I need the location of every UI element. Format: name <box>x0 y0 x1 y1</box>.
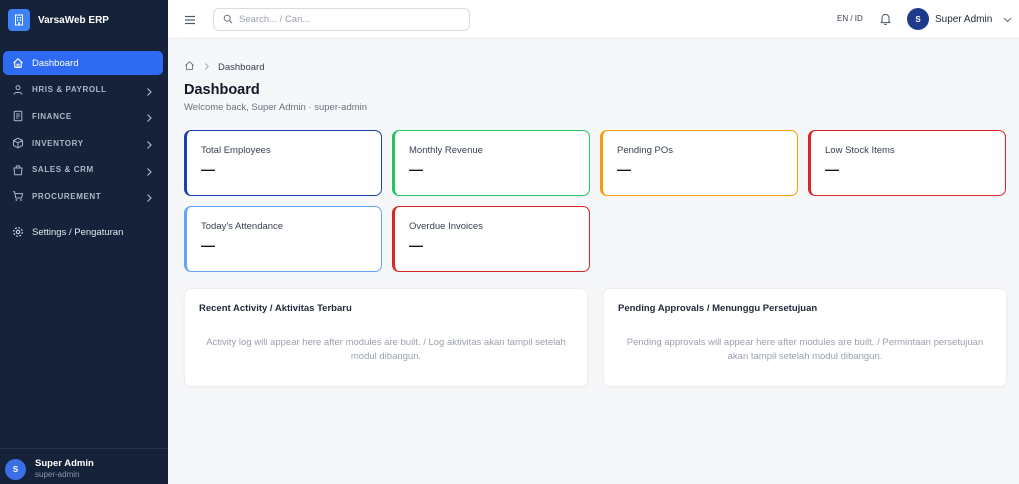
gear-icon <box>11 226 24 239</box>
stat-card-total-employees[interactable]: Total Employees — <box>184 130 382 196</box>
chevron-right-icon <box>203 58 210 76</box>
stat-label: Low Stock Items <box>825 145 895 156</box>
bag-icon <box>11 163 24 176</box>
sidebar-item-finance[interactable]: FINANCE <box>3 104 163 128</box>
panel-title: Recent Activity / Aktivitas Terbaru <box>199 303 352 314</box>
chevron-right-icon <box>145 84 153 102</box>
users-icon <box>11 83 24 96</box>
stat-label: Monthly Revenue <box>409 145 483 156</box>
stat-value: — <box>825 161 839 177</box>
panel-empty-text: Pending approvals will appear here after… <box>626 337 984 362</box>
bell-icon <box>879 13 892 30</box>
topbar: EN / ID S Super Admin <box>168 0 1019 39</box>
sidebar-item-label: HRIS & PAYROLL <box>32 85 107 95</box>
building-icon <box>8 9 30 31</box>
sidebar-item-label: Settings / Pengaturan <box>32 226 124 238</box>
sidebar-item-label: SALES & CRM <box>32 165 94 175</box>
hamburger-icon <box>184 13 196 30</box>
notifications-button[interactable] <box>879 12 892 31</box>
sidebar-item-hris-payroll[interactable]: HRIS & PAYROLL <box>3 78 163 102</box>
ledger-icon <box>11 110 24 123</box>
sidebar-item-label: Dashboard <box>32 57 79 69</box>
stat-value: — <box>201 161 215 177</box>
stat-card-todays-attendance[interactable]: Today's Attendance — <box>184 206 382 272</box>
stat-card-overdue-invoices[interactable]: Overdue Invoices — <box>392 206 590 272</box>
box-icon <box>11 137 24 150</box>
search-input[interactable] <box>239 14 459 25</box>
sidebar-nav: Dashboard HRIS & PAYROLL FINANCE INVENTO… <box>0 40 168 244</box>
cart-icon <box>11 190 24 203</box>
stat-label: Total Employees <box>201 145 271 156</box>
chevron-right-icon <box>145 137 153 155</box>
home-icon[interactable] <box>184 58 195 76</box>
stat-card-monthly-revenue[interactable]: Monthly Revenue — <box>392 130 590 196</box>
home-icon <box>11 57 24 70</box>
chevron-right-icon <box>145 110 153 128</box>
stat-label: Pending POs <box>617 145 673 156</box>
sidebar-user[interactable]: S Super Admin super-admin <box>5 458 94 480</box>
stat-value: — <box>409 161 423 177</box>
chevron-right-icon <box>145 164 153 182</box>
sidebar-item-label: PROCUREMENT <box>32 191 102 201</box>
sidebar-user-role: super-admin <box>35 470 80 479</box>
sidebar-item-label: INVENTORY <box>32 138 84 148</box>
chevron-down-icon <box>1003 10 1012 28</box>
sidebar-item-label: FINANCE <box>32 111 72 121</box>
main-content: Dashboard Dashboard Welcome back, Super … <box>168 40 1019 484</box>
recent-activity-panel: Recent Activity / Aktivitas Terbaru Acti… <box>184 288 588 387</box>
avatar: S <box>5 458 26 480</box>
brand[interactable]: VarsaWeb ERP <box>0 0 168 40</box>
sidebar-item-settings[interactable]: Settings / Pengaturan <box>3 220 163 244</box>
language-switcher[interactable]: EN / ID <box>837 14 863 23</box>
stat-card-pending-pos[interactable]: Pending POs — <box>600 130 798 196</box>
menu-toggle-button[interactable] <box>184 13 196 31</box>
pending-approvals-panel: Pending Approvals / Menunggu Persetujuan… <box>603 288 1007 387</box>
breadcrumb-current: Dashboard <box>218 61 265 73</box>
search-icon <box>223 11 233 29</box>
app-name: VarsaWeb ERP <box>38 14 109 26</box>
breadcrumb: Dashboard <box>184 58 264 76</box>
user-name: Super Admin <box>935 13 993 25</box>
sidebar-user-name: Super Admin <box>35 458 94 469</box>
stat-label: Today's Attendance <box>201 221 284 232</box>
stat-label: Overdue Invoices <box>409 221 483 232</box>
page-title: Dashboard <box>184 82 260 98</box>
stat-value: — <box>201 237 215 253</box>
page-subtitle: Welcome back, Super Admin · super-admin <box>184 102 368 113</box>
avatar: S <box>907 8 929 30</box>
stat-card-low-stock-items[interactable]: Low Stock Items — <box>808 130 1006 196</box>
sidebar-item-dashboard[interactable]: Dashboard <box>3 51 163 75</box>
stat-value: — <box>617 161 631 177</box>
sidebar-item-procurement[interactable]: PROCUREMENT <box>3 184 163 208</box>
chevron-right-icon <box>145 190 153 208</box>
sidebar-item-inventory[interactable]: INVENTORY <box>3 131 163 155</box>
panel-empty-text: Activity log will appear here after modu… <box>206 337 566 362</box>
search-box <box>213 8 470 31</box>
stat-value: — <box>409 237 423 253</box>
sidebar-divider <box>0 448 168 449</box>
panel-title: Pending Approvals / Menunggu Persetujuan <box>618 303 818 314</box>
user-menu[interactable]: S Super Admin <box>907 8 1012 30</box>
sidebar-item-sales-crm[interactable]: SALES & CRM <box>3 158 163 182</box>
sidebar: VarsaWeb ERP Dashboard HRIS & PAYROLL FI… <box>0 0 168 484</box>
